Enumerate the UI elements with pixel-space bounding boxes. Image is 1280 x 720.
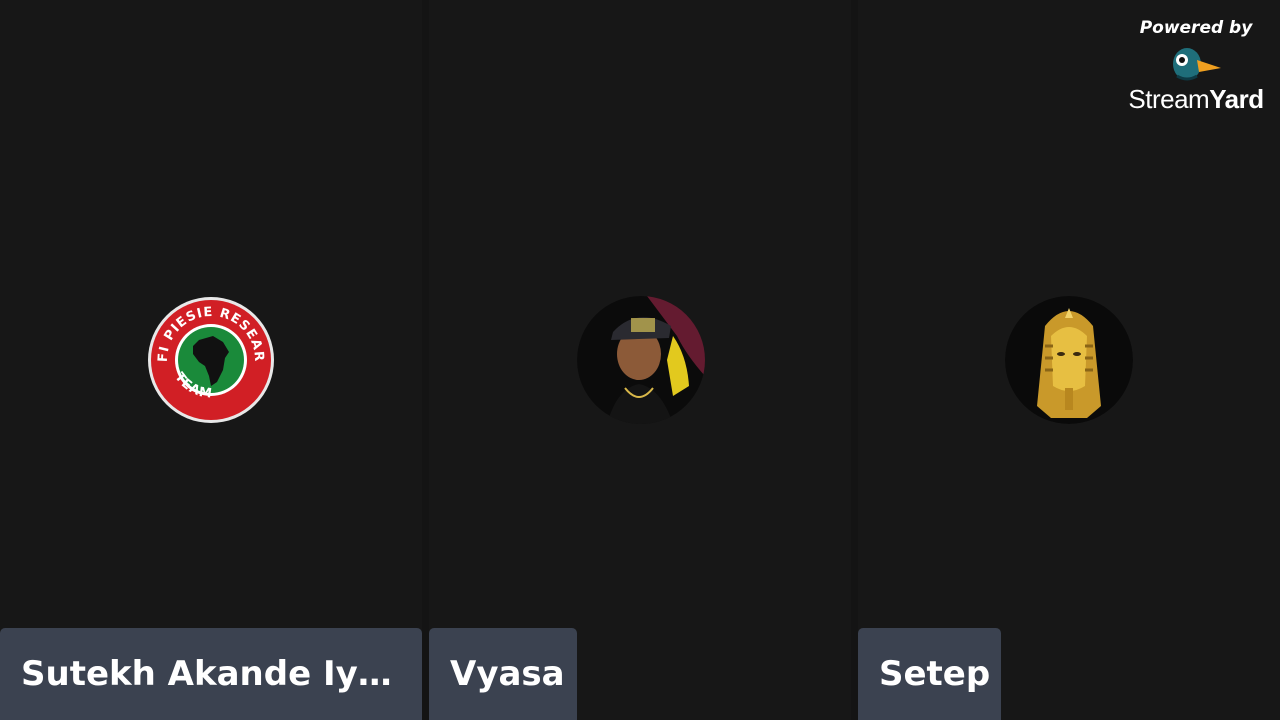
streamyard-branding: Powered by StreamYard — [1126, 18, 1266, 115]
person-photo-icon — [577, 296, 705, 424]
participant-name-tag-3: Setep — [858, 628, 1001, 720]
participant-tile-2: Vyasa — [429, 0, 851, 720]
participant-avatar-pharaoh — [1005, 296, 1133, 424]
pharaoh-mask-icon — [1005, 296, 1133, 424]
participant-tile-1: KOFI PIESIE RESEARCH TEAM Sutekh Akande … — [0, 0, 422, 720]
participant-name-tag-2: Vyasa — [429, 628, 577, 720]
participant-avatar-person — [577, 296, 705, 424]
participant-name-tag-1: Sutekh Akande Iya... — [0, 628, 422, 720]
streamyard-wordmark: StreamYard — [1128, 84, 1264, 114]
streamyard-duck-icon — [1173, 48, 1221, 81]
participant-avatar-kofi-piesie-logo: KOFI PIESIE RESEARCH TEAM — [147, 296, 275, 424]
kofi-piesie-logo-icon: KOFI PIESIE RESEARCH TEAM — [147, 296, 274, 423]
powered-by-label: Powered by — [1139, 18, 1253, 38]
stream-stage: KOFI PIESIE RESEARCH TEAM Sutekh Akande … — [0, 0, 1280, 720]
